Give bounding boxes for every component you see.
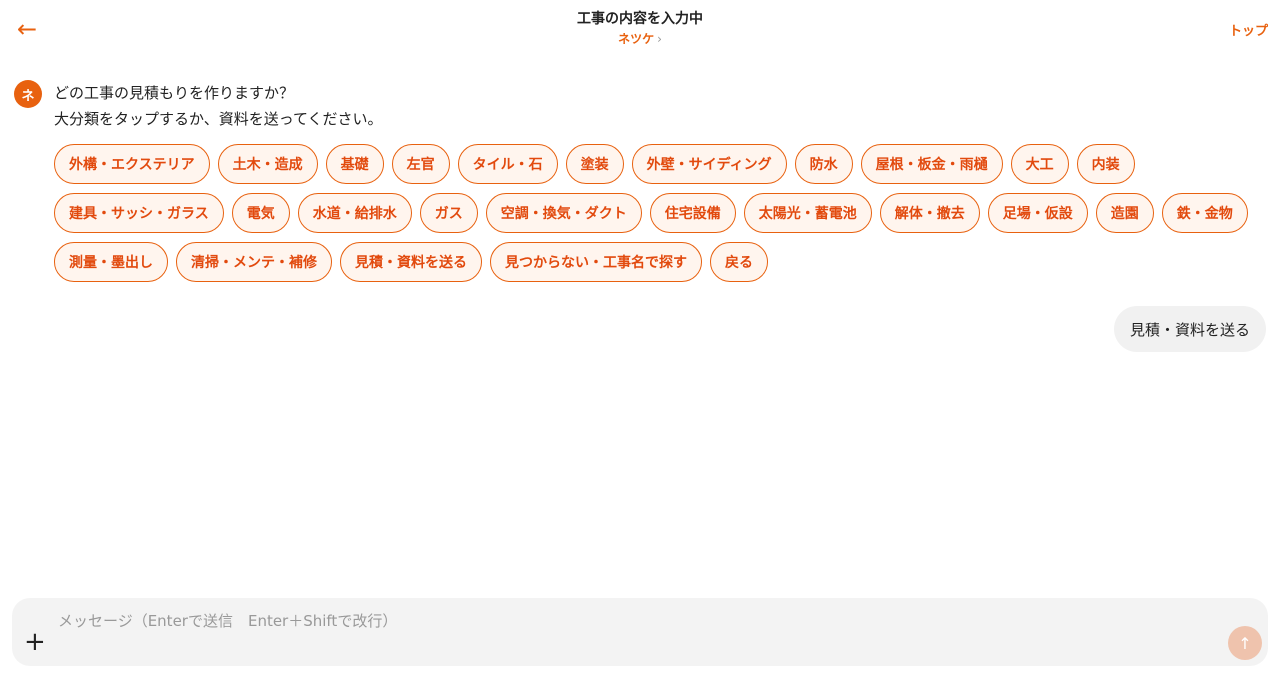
category-chip[interactable]: 足場・仮設 bbox=[987, 193, 1088, 233]
company-name: ネツケ bbox=[618, 32, 655, 46]
category-chip[interactable]: 測量・墨出し bbox=[54, 242, 168, 282]
user-message-bubble: 見積・資料を送る bbox=[1113, 306, 1266, 352]
composer: + ↑ bbox=[12, 598, 1268, 666]
category-chip[interactable]: 住宅設備 bbox=[649, 193, 736, 233]
category-chip[interactable]: 左官 bbox=[391, 144, 450, 184]
category-chip[interactable]: 防水 bbox=[794, 144, 853, 184]
category-chip[interactable]: 太陽光・蓄電池 bbox=[743, 193, 872, 233]
category-chip[interactable]: 大工 bbox=[1010, 144, 1069, 184]
category-chip[interactable]: 塗装 bbox=[565, 144, 624, 184]
category-chip[interactable]: 内装 bbox=[1076, 144, 1135, 184]
send-button[interactable]: ↑ bbox=[1228, 626, 1262, 660]
arrow-up-icon: ↑ bbox=[1238, 633, 1252, 653]
company-link[interactable]: ネツケ › bbox=[618, 30, 662, 48]
category-chip[interactable]: ガス bbox=[419, 193, 478, 233]
category-chip[interactable]: 外構・エクステリア bbox=[54, 144, 210, 184]
title-block: 工事の内容を入力中 ネツケ › bbox=[0, 10, 1280, 48]
category-chips: 外構・エクステリア 土木・造成 基礎 左官 タイル・石 塗装 外壁・サイディング 防水 屋根・板… bbox=[54, 144, 1254, 282]
bot-text-line: 大分類をタップするか、資料を送ってください。 bbox=[54, 110, 383, 128]
category-chip[interactable]: 水道・給排水 bbox=[297, 193, 412, 233]
category-chip[interactable]: 造園 bbox=[1095, 193, 1154, 233]
category-chip[interactable]: 屋根・板金・雨樋 bbox=[860, 144, 1003, 184]
chevron-right-icon: › bbox=[657, 32, 662, 46]
top-link[interactable]: トップ bbox=[1229, 20, 1268, 39]
category-chip[interactable]: 基礎 bbox=[325, 144, 384, 184]
category-chip[interactable]: 鉄・金物 bbox=[1161, 193, 1248, 233]
category-chip[interactable]: 解体・撤去 bbox=[879, 193, 980, 233]
category-chip[interactable]: 電気 bbox=[231, 193, 290, 233]
page-title: 工事の内容を入力中 bbox=[577, 11, 703, 27]
bot-avatar: ネ bbox=[14, 80, 42, 108]
category-chip[interactable]: 見積・資料を送る bbox=[340, 242, 482, 282]
header: ← 工事の内容を入力中 ネツケ › トップ bbox=[0, 0, 1280, 60]
bot-text-line: どの工事の見積もりを作りますか？ bbox=[54, 84, 295, 102]
category-chip[interactable]: 見つからない・工事名で探す bbox=[490, 242, 702, 282]
category-chip[interactable]: 外壁・サイディング bbox=[631, 144, 787, 184]
category-chip[interactable]: 戻る bbox=[710, 242, 768, 282]
category-chip[interactable]: 建具・サッシ・ガラス bbox=[54, 193, 224, 233]
category-chip[interactable]: タイル・石 bbox=[457, 144, 558, 184]
category-chip[interactable]: 清掃・メンテ・補修 bbox=[176, 242, 332, 282]
plus-icon[interactable]: + bbox=[24, 629, 46, 655]
message-input[interactable] bbox=[56, 608, 1210, 634]
category-chip[interactable]: 空調・換気・ダクト bbox=[485, 193, 642, 233]
user-message-text: 見積・資料を送る bbox=[1129, 320, 1250, 339]
category-chip[interactable]: 土木・造成 bbox=[217, 144, 318, 184]
bot-text: どの工事の見積もりを作りますか？ 大分類をタップするか、資料を送ってください。 bbox=[54, 80, 383, 132]
